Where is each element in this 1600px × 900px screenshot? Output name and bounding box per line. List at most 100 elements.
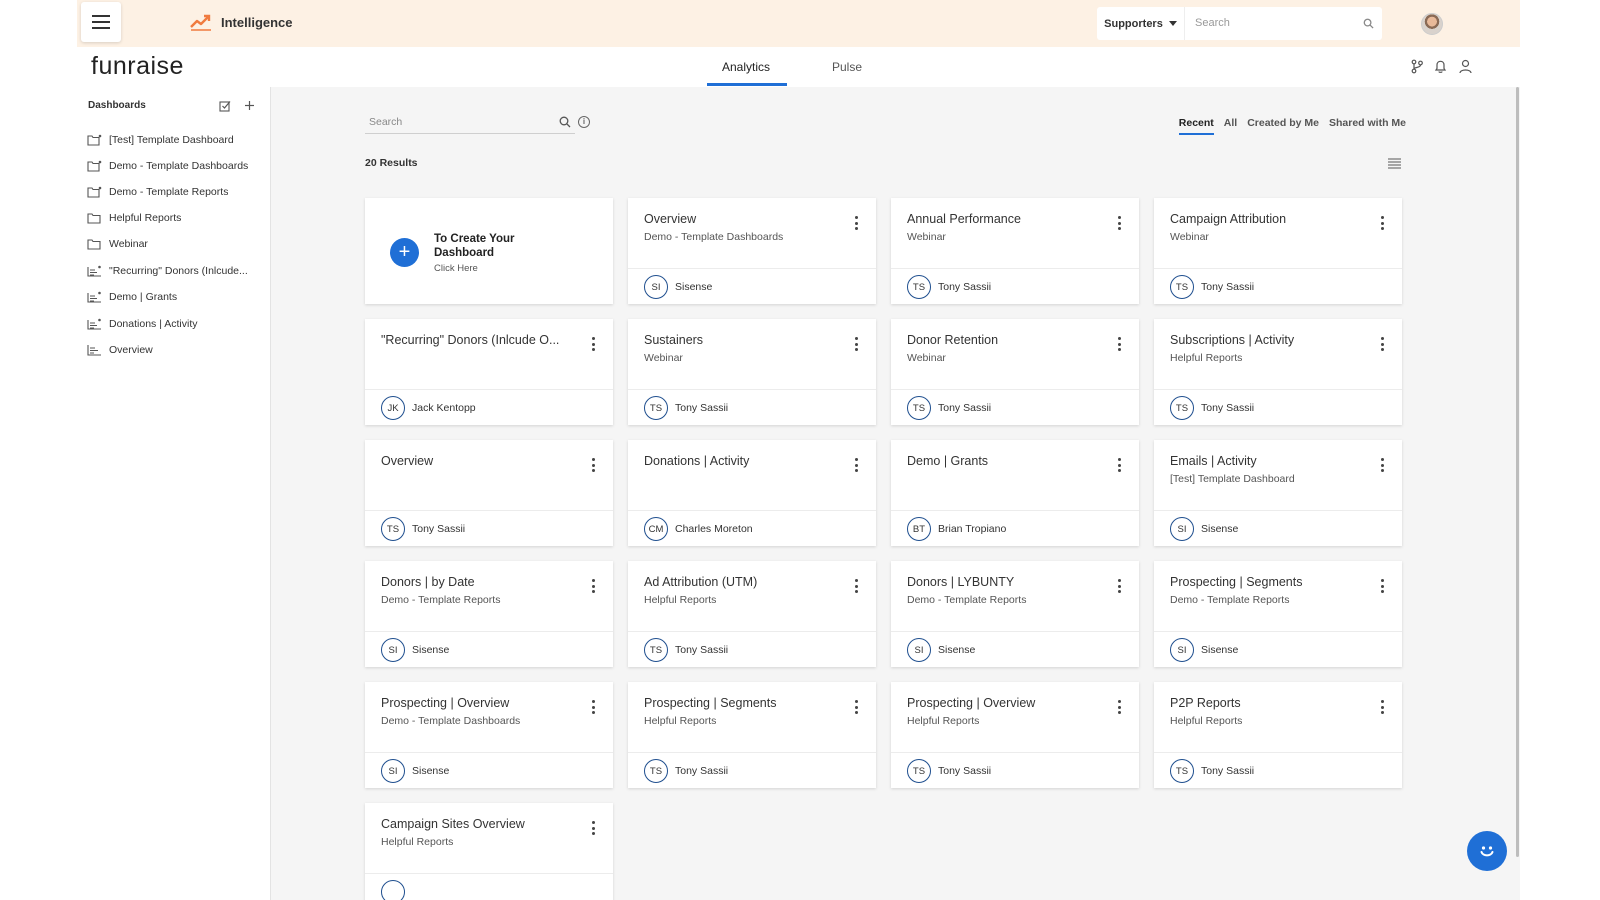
filter-tabs: Recent All Created by Me Shared with Me: [1178, 117, 1406, 135]
card-divider: [1154, 389, 1402, 390]
sidebar-item-demo-grants[interactable]: Demo | Grants: [87, 287, 267, 307]
more-vertical-icon[interactable]: [1118, 700, 1121, 717]
dashboard-card-owner: TS Tony Sassii: [907, 759, 991, 783]
more-vertical-icon[interactable]: [855, 337, 858, 354]
card-divider: [628, 752, 876, 753]
dashboard-card[interactable]: Donor Retention Webinar TS Tony Sassii: [891, 319, 1139, 425]
more-vertical-icon[interactable]: [592, 337, 595, 354]
dashboard-card-folder: [Test] Template Dashboard: [1170, 473, 1295, 485]
owner-avatar: SI: [644, 275, 668, 299]
info-icon[interactable]: i: [578, 116, 590, 128]
more-vertical-icon[interactable]: [855, 700, 858, 717]
user-avatar[interactable]: [1421, 13, 1443, 35]
plus-icon[interactable]: [244, 100, 255, 111]
bell-icon[interactable]: [1434, 59, 1447, 74]
dashboard-card[interactable]: Overview TS Tony Sassii: [365, 440, 613, 546]
list-view-icon[interactable]: [1388, 158, 1401, 169]
filter-recent[interactable]: Recent: [1178, 117, 1214, 135]
dashboard-card-title: Subscriptions | Activity: [1170, 333, 1295, 347]
dashboard-card-owner: TS Tony Sassii: [1170, 396, 1254, 420]
more-vertical-icon[interactable]: [1381, 337, 1384, 354]
more-vertical-icon[interactable]: [592, 579, 595, 596]
tab-pulse[interactable]: Pulse: [832, 60, 862, 74]
dashboard-card-folder: Webinar: [907, 352, 946, 364]
chat-widget-button[interactable]: [1467, 831, 1507, 871]
more-vertical-icon[interactable]: [592, 821, 595, 838]
user-icon[interactable]: [1459, 59, 1472, 74]
sidebar-item-demo-template-dashboards[interactable]: Demo - Template Dashboards: [87, 156, 267, 176]
sidebar-item-recurring-donors[interactable]: "Recurring" Donors (Inlcude...: [87, 261, 267, 281]
more-vertical-icon[interactable]: [855, 458, 858, 475]
dashboard-card[interactable]: Annual Performance Webinar TS Tony Sassii: [891, 198, 1139, 304]
tab-analytics[interactable]: Analytics: [722, 60, 770, 74]
sidebar-item-label: Demo - Template Reports: [109, 186, 229, 198]
sidebar-item-helpful-reports[interactable]: Helpful Reports: [87, 208, 267, 228]
more-vertical-icon[interactable]: [592, 458, 595, 475]
global-search-input[interactable]: Search: [1184, 7, 1382, 40]
more-vertical-icon[interactable]: [1118, 579, 1121, 596]
sidebar-item-webinar[interactable]: Webinar: [87, 234, 267, 254]
dashboard-card[interactable]: "Recurring" Donors (Inlcude O... JK Jack K…: [365, 319, 613, 425]
hamburger-icon: [92, 13, 110, 31]
more-vertical-icon[interactable]: [1118, 216, 1121, 233]
owner-avatar: SI: [381, 638, 405, 662]
sidebar-item-label: Helpful Reports: [109, 212, 182, 224]
card-divider: [891, 268, 1139, 269]
sidebar-item-label: Demo - Template Dashboards: [109, 160, 249, 172]
owner-name: Brian Tropiano: [938, 523, 1007, 535]
dashboard-card[interactable]: Donors | by Date Demo - Template Reports S…: [365, 561, 613, 667]
owner-name: Sisense: [412, 765, 450, 777]
dashboard-card-folder: Webinar: [644, 352, 683, 364]
more-vertical-icon[interactable]: [1381, 458, 1384, 475]
filter-created-by-me[interactable]: Created by Me: [1247, 117, 1319, 135]
dashboard-card[interactable]: Emails | Activity [Test] Template Dashboa…: [1154, 440, 1402, 546]
sidebar-item-demo-template-reports[interactable]: Demo - Template Reports: [87, 182, 267, 202]
plus-circle-icon: +: [390, 238, 419, 267]
dashboard-card-folder: Helpful Reports: [907, 715, 980, 727]
dashboard-card[interactable]: Campaign Sites Overview Helpful Reports: [365, 803, 613, 900]
dashboard-card[interactable]: Demo | Grants BT Brian Tropiano: [891, 440, 1139, 546]
dashboard-card-owner: TS Tony Sassii: [907, 275, 991, 299]
dashboard-card[interactable]: Donations | Activity CM Charles Moreton: [628, 440, 876, 546]
search-icon: [1363, 18, 1374, 29]
dashboard-card-owner: SI Sisense: [1170, 638, 1238, 662]
more-vertical-icon[interactable]: [1118, 458, 1121, 475]
more-vertical-icon[interactable]: [855, 216, 858, 233]
check-square-icon[interactable]: [219, 100, 231, 112]
dashboard-card-owner: TS Tony Sassii: [644, 638, 728, 662]
card-divider: [1154, 631, 1402, 632]
filter-all[interactable]: All: [1224, 117, 1237, 135]
dashboard-card[interactable]: Subscriptions | Activity Helpful Reports T…: [1154, 319, 1402, 425]
dashboard-card-title: Ad Attribution (UTM): [644, 575, 758, 589]
branch-icon[interactable]: [1411, 59, 1423, 74]
more-vertical-icon[interactable]: [1381, 700, 1384, 717]
sidebar-item-donations-activity[interactable]: Donations | Activity: [87, 314, 267, 334]
more-vertical-icon[interactable]: [592, 700, 595, 717]
filter-shared-with-me[interactable]: Shared with Me: [1329, 117, 1406, 135]
sidebar-item-overview[interactable]: Overview: [87, 340, 267, 360]
create-dashboard-card[interactable]: + To Create Your Dashboard Click Here: [365, 198, 613, 304]
more-vertical-icon[interactable]: [1118, 337, 1121, 354]
sidebar-item-test-template-dashboard[interactable]: [Test] Template Dashboard: [87, 130, 267, 150]
dashboard-card[interactable]: Prospecting | Overview Helpful Reports TS T…: [891, 682, 1139, 788]
dashboard-card[interactable]: Ad Attribution (UTM) Helpful Reports TS Ton…: [628, 561, 876, 667]
create-dashboard-subtitle: Click Here: [434, 263, 478, 274]
dashboard-card[interactable]: Campaign Attribution Webinar TS Tony Sassii: [1154, 198, 1402, 304]
dashboard-card[interactable]: Overview Demo - Template Dashboards SI Sise…: [628, 198, 876, 304]
dashboard-card[interactable]: Prospecting | Segments Demo - Template Re…: [1154, 561, 1402, 667]
more-vertical-icon[interactable]: [855, 579, 858, 596]
dashboard-card-owner: TS Tony Sassii: [907, 396, 991, 420]
more-vertical-icon[interactable]: [1381, 216, 1384, 233]
dashboard-search-input[interactable]: Search: [365, 112, 575, 134]
dashboard-card-folder: Helpful Reports: [1170, 715, 1243, 727]
more-vertical-icon[interactable]: [1381, 579, 1384, 596]
dashboard-card[interactable]: Prospecting | Segments Helpful Reports TS T…: [628, 682, 876, 788]
supporters-dropdown[interactable]: Supporters: [1097, 7, 1184, 40]
menu-button[interactable]: [81, 2, 121, 42]
scrollbar[interactable]: [1516, 87, 1519, 857]
dashboard-card[interactable]: Donors | LYBUNTY Demo - Template Reports S…: [891, 561, 1139, 667]
dashboard-card[interactable]: Sustainers Webinar TS Tony Sassii: [628, 319, 876, 425]
dashboard-card[interactable]: Prospecting | Overview Demo - Template Da…: [365, 682, 613, 788]
dashboard-card[interactable]: P2P Reports Helpful Reports TS Tony Sassii: [1154, 682, 1402, 788]
main-content: Search i Recent All Created by Me Shared…: [272, 87, 1485, 900]
